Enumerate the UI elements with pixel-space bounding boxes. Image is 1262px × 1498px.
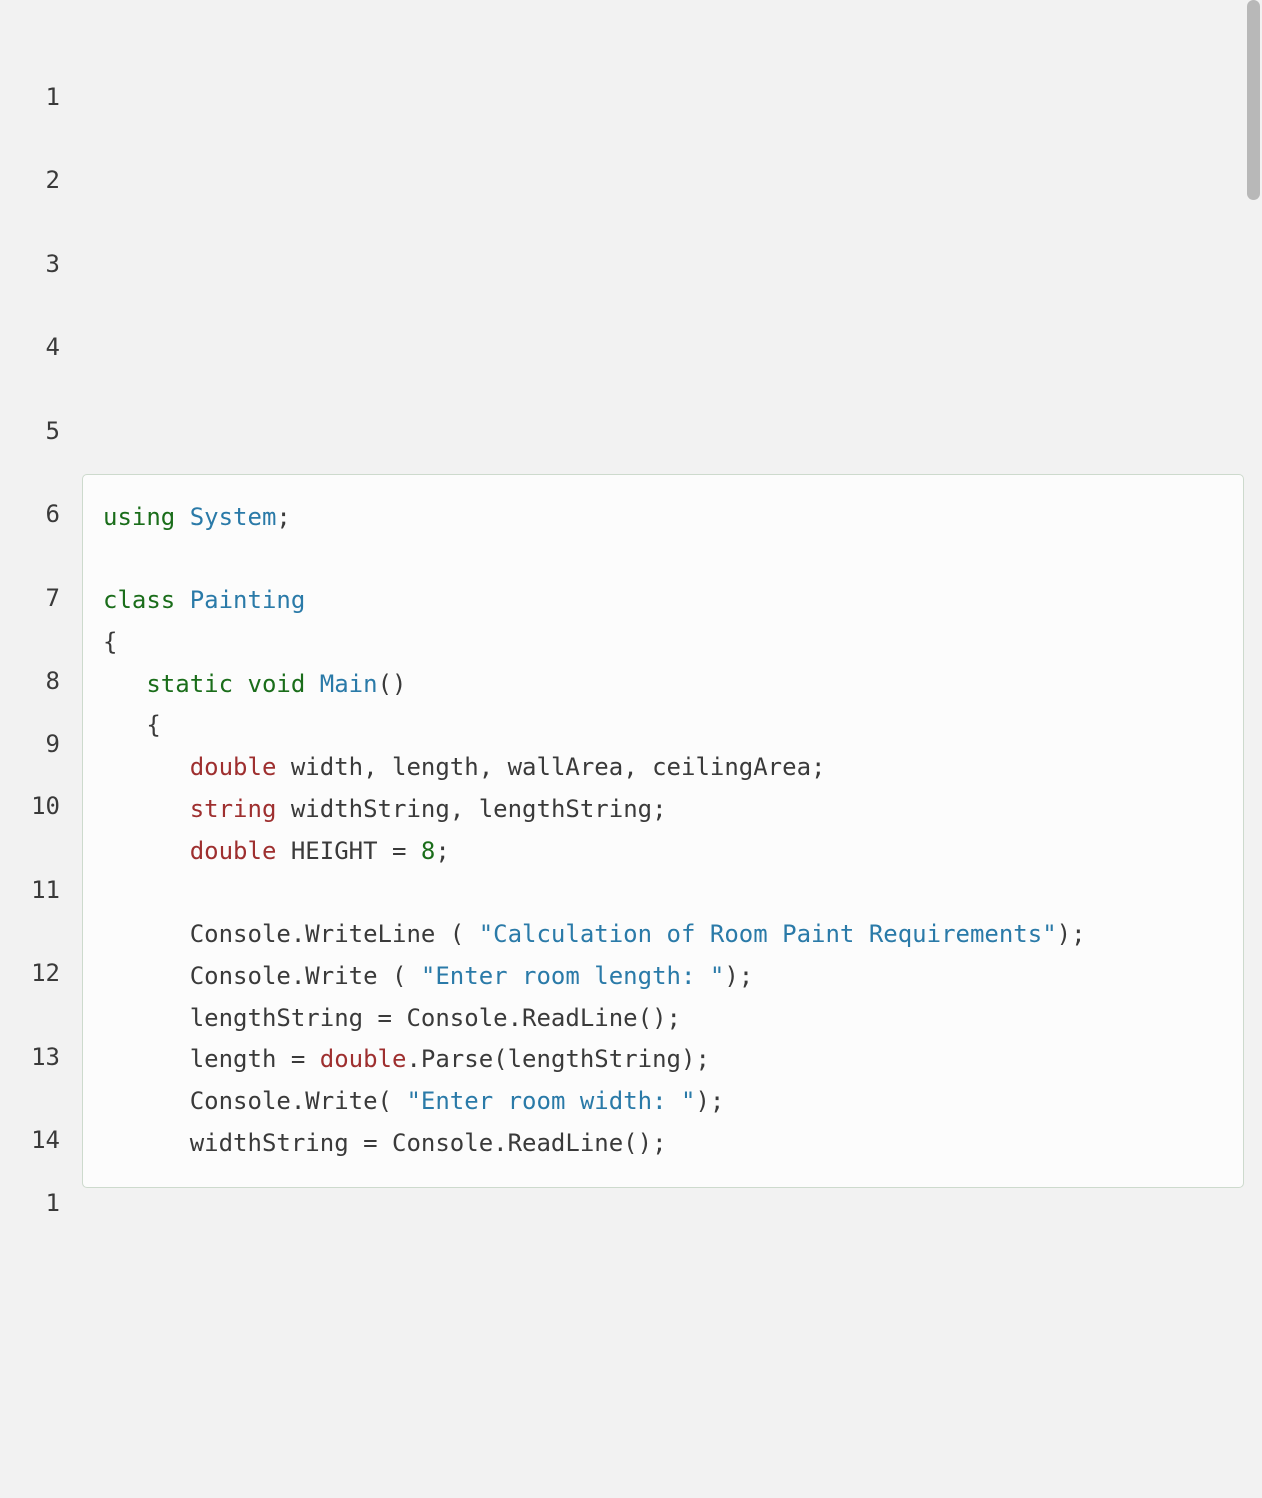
line-number: 11 (0, 849, 60, 933)
empty-row (82, 223, 1244, 307)
code-token: ); (695, 1087, 724, 1115)
code-token: ; (435, 837, 449, 865)
line-number: 10 (0, 766, 60, 850)
code-token: Console.Write ( (190, 962, 421, 990)
line-number: 14 (0, 1100, 60, 1184)
code-token: using (103, 503, 175, 531)
empty-row (82, 390, 1244, 474)
line-number: 4 (0, 307, 60, 391)
scrollbar-track[interactable] (1245, 0, 1262, 1498)
code-token: System (190, 503, 277, 531)
line-number-gutter: 1 2 3 4 5 6 7 8 9 10 11 12 13 14 1 (0, 0, 82, 1498)
line-number: 9 (0, 724, 60, 766)
code-token: Main (320, 670, 378, 698)
code-token: () (378, 670, 407, 698)
code-token: void (248, 670, 306, 698)
code-token: "Enter room length: " (421, 962, 724, 990)
code-token: class (103, 586, 175, 614)
code-token: Painting (190, 586, 306, 614)
code-token: double (320, 1045, 407, 1073)
editor-container: 1 2 3 4 5 6 7 8 9 10 11 12 13 14 1 using… (0, 0, 1262, 1498)
line-number: 7 (0, 557, 60, 641)
code-token: { (146, 711, 160, 739)
code-token: string (190, 795, 277, 823)
code-token: lengthString = Console.ReadLine(); (190, 1004, 681, 1032)
line-number: 12 (0, 933, 60, 1017)
empty-row (82, 307, 1244, 391)
code-token: .Parse(lengthString); (406, 1045, 709, 1073)
empty-row (82, 140, 1244, 224)
line-number: 8 (0, 641, 60, 725)
code-token: { (103, 628, 117, 656)
content-area: using System; class Painting { static vo… (82, 0, 1244, 1498)
scrollbar-thumb[interactable] (1247, 0, 1260, 200)
code-token: widthString = Console.ReadLine(); (190, 1129, 667, 1157)
code-token: double (190, 753, 277, 781)
code-token: ); (724, 962, 753, 990)
empty-row (82, 56, 1244, 140)
line-number: 1 (0, 1183, 60, 1225)
code-token: HEIGHT = (291, 837, 421, 865)
line-number: 6 (0, 474, 60, 558)
code-token: static (146, 670, 233, 698)
line-number: 13 (0, 1016, 60, 1100)
code-token: length = (190, 1045, 320, 1073)
line-number: 5 (0, 390, 60, 474)
code-token: double (190, 837, 277, 865)
code-token: Console.WriteLine ( (190, 920, 479, 948)
code-token: 8 (421, 837, 435, 865)
code-token: ); (1057, 920, 1086, 948)
line-number: 2 (0, 140, 60, 224)
code-block[interactable]: using System; class Painting { static vo… (82, 474, 1244, 1188)
line-number: 1 (0, 56, 60, 140)
code-token: ; (276, 503, 290, 531)
code-token: Console.Write( (190, 1087, 407, 1115)
line-number: 3 (0, 223, 60, 307)
code-token: "Enter room width: " (406, 1087, 695, 1115)
code-token: "Calculation of Room Paint Requirements" (479, 920, 1057, 948)
code-token: width, length, wallArea, ceilingArea; (291, 753, 826, 781)
code-token: widthString, lengthString; (291, 795, 667, 823)
